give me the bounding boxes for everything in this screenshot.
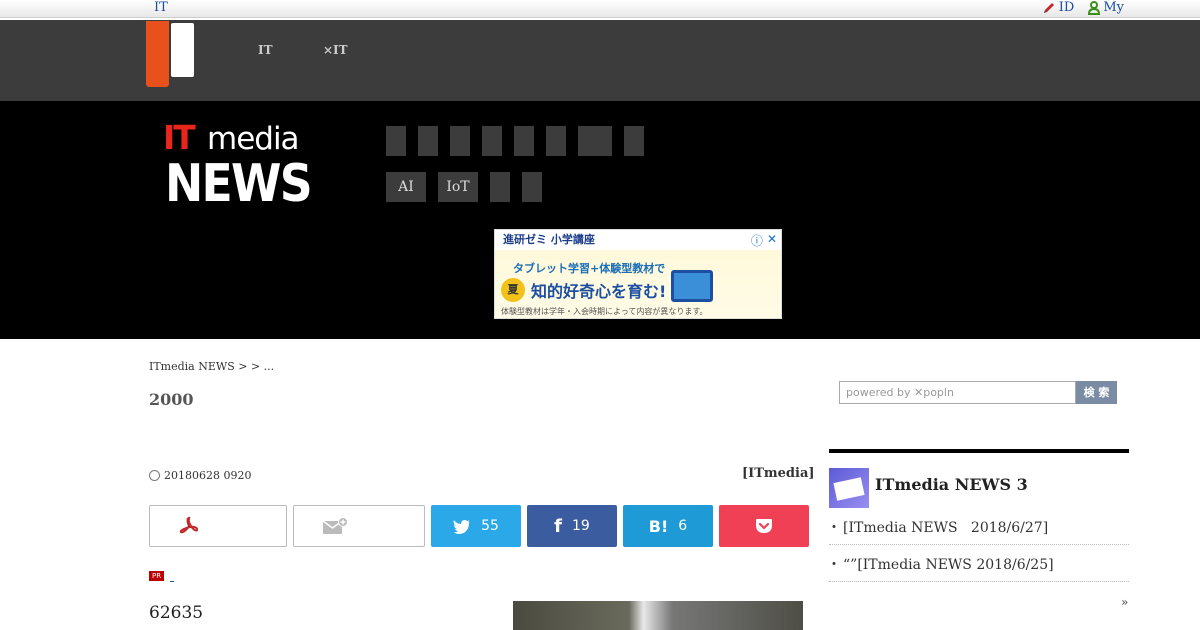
article-title: 2000 xyxy=(149,390,194,409)
ad-brand: 進研ゼミ 小学講座 xyxy=(495,230,781,250)
ranking-widget: ITmedia NEWS 3 [ITmedia NEWS 2018/6/27] … xyxy=(827,449,1129,582)
category-tab[interactable] xyxy=(514,126,534,156)
list-item[interactable]: [ITmedia NEWS 2018/6/27] xyxy=(827,514,1129,545)
ad-disclaimer: 体験型教材は学年・入会時期によって内容が異なります。 xyxy=(501,307,708,316)
site-search: powered by ✕popln 検 索 xyxy=(839,381,1117,404)
id-link[interactable]: ID xyxy=(1042,0,1074,15)
share-buttons: 55 f 19 B! 6 xyxy=(149,505,809,547)
category-tab[interactable] xyxy=(386,126,406,156)
pdf-button[interactable] xyxy=(149,505,287,547)
network-nav-item-1[interactable]: ​​IT xyxy=(258,26,273,58)
pencil-icon xyxy=(1043,2,1054,13)
hatena-icon: B! xyxy=(648,516,669,536)
search-input[interactable]: powered by ✕popln xyxy=(839,381,1076,404)
facebook-share-button[interactable]: f 19 xyxy=(527,505,617,547)
pocket-button[interactable] xyxy=(719,505,809,547)
facebook-count: 19 xyxy=(572,518,590,534)
category-nav-row-1 xyxy=(386,126,644,156)
category-tab-ai[interactable]: AI xyxy=(386,172,426,202)
ranking-title: ITmedia NEWS 3 xyxy=(875,474,1028,494)
itmedia-news-logo[interactable]: IT media NEWS xyxy=(163,118,323,214)
info-icon[interactable]: ⓘ xyxy=(751,232,763,249)
article-source: [ITmedia] xyxy=(742,466,815,481)
close-icon[interactable]: ✕ xyxy=(767,232,777,249)
category-tab[interactable] xyxy=(482,126,502,156)
twitter-share-button[interactable]: 55 xyxy=(431,505,521,547)
publish-date: 20180628 0920 xyxy=(149,469,251,482)
twitter-icon xyxy=(453,519,471,534)
category-tab-iot[interactable]: IoT xyxy=(438,172,478,202)
article-lead-number: 62635 xyxy=(149,603,204,623)
pocket-icon xyxy=(756,519,772,533)
pdf-icon xyxy=(179,516,199,534)
top-utility-bar: IT ID My xyxy=(0,0,1200,18)
category-tab[interactable] xyxy=(450,126,470,156)
hatena-count: 6 xyxy=(678,518,688,534)
banner-ad[interactable]: 進研ゼミ 小学講座 ⓘ ✕ タブレット学習+体験型教材で 夏 知的好奇心を育む!… xyxy=(494,229,782,319)
my-link[interactable]: My xyxy=(1088,0,1124,15)
article-photo xyxy=(513,601,803,630)
pr-link[interactable]: PR xyxy=(149,569,184,583)
mail-share-button[interactable] xyxy=(293,505,425,547)
it-link[interactable]: IT xyxy=(154,0,168,15)
pr-link-text[interactable] xyxy=(170,569,184,583)
facebook-icon: f xyxy=(554,515,562,537)
hatena-bookmark-button[interactable]: B! 6 xyxy=(623,505,713,547)
clock-icon xyxy=(149,470,160,481)
category-tab[interactable] xyxy=(624,126,644,156)
more-link[interactable]: » xyxy=(1121,595,1128,609)
category-tab[interactable] xyxy=(522,172,542,202)
mail-plus-icon xyxy=(322,517,348,534)
twitter-count: 55 xyxy=(481,518,499,534)
category-nav-row-2: AI IoT xyxy=(386,172,542,202)
breadcrumb[interactable]: ITmedia NEWS > > ... xyxy=(149,360,274,373)
summer-badge: 夏 xyxy=(501,278,525,302)
network-nav-item-2[interactable]: ​​​×IT xyxy=(323,26,348,58)
ranking-header: ITmedia NEWS 3 xyxy=(829,453,1129,508)
pr-badge: PR xyxy=(149,571,165,581)
user-icon xyxy=(1088,0,1101,15)
category-tab[interactable] xyxy=(546,126,566,156)
ad-headline: 知的好奇心を育む! xyxy=(531,282,667,301)
category-tab[interactable] xyxy=(490,172,510,202)
category-tab[interactable] xyxy=(418,126,438,156)
ad-main: 夏 知的好奇心を育む! xyxy=(501,278,666,302)
tablet-image xyxy=(671,270,713,302)
search-button[interactable]: 検 索 xyxy=(1076,381,1117,404)
topbar-right: ID My xyxy=(1042,0,1124,15)
category-tab[interactable] xyxy=(578,126,612,156)
itmedia-network-logo[interactable] xyxy=(146,21,194,87)
ad-controls: ⓘ ✕ xyxy=(751,232,777,249)
ad-tagline: タブレット学習+体験型教材で xyxy=(513,262,666,275)
list-item[interactable]: “”[ITmedia NEWS 2018/6/25] xyxy=(827,551,1129,582)
newsletter-icon xyxy=(829,468,869,508)
